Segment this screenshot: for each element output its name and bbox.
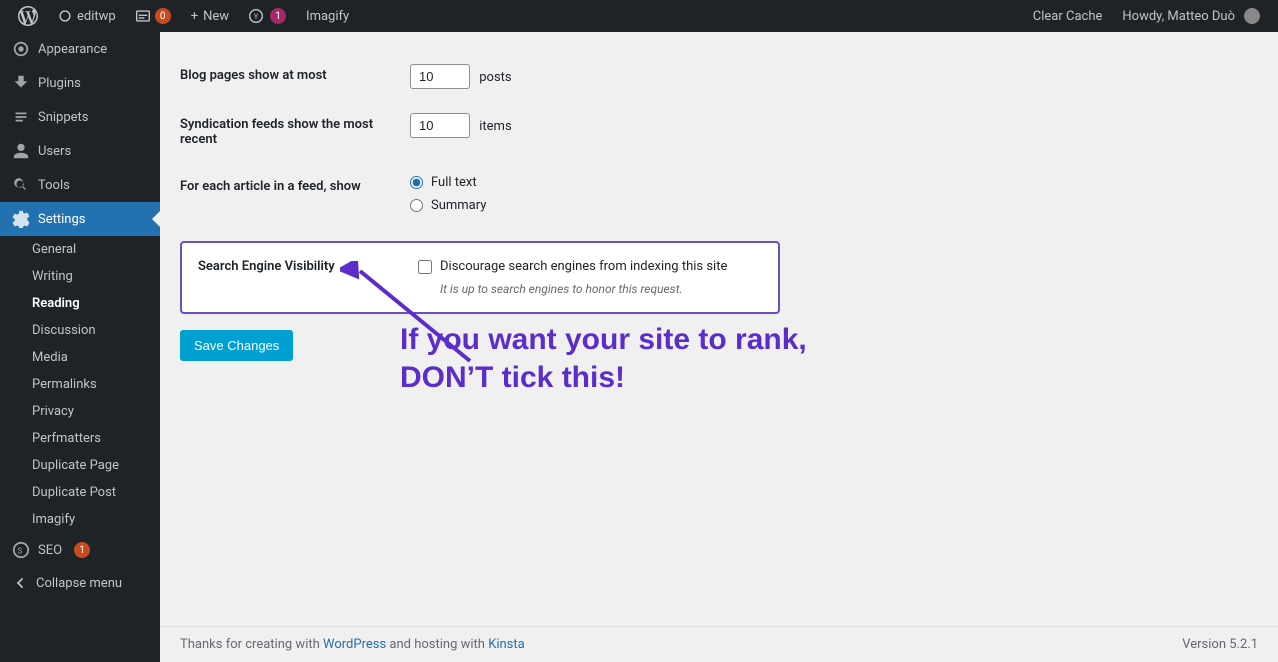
submenu-reading[interactable]: Reading <box>0 290 160 317</box>
clear-cache-button[interactable]: Clear Cache <box>1023 0 1113 32</box>
footer-thanks: Thanks for creating with <box>180 637 323 652</box>
wp-layout: Appearance Plugins Snippets Users Tools … <box>0 32 1278 662</box>
annotation-text: If you want your site to rank, DON’T tic… <box>400 321 840 396</box>
clear-cache-label: Clear Cache <box>1033 9 1103 24</box>
feed-full-text-option[interactable]: Full text <box>410 175 870 190</box>
sidebar-item-snippets[interactable]: Snippets <box>0 100 160 134</box>
syndication-input[interactable] <box>410 113 470 138</box>
main-wrapper: Blog pages show at most posts Syndicatio… <box>160 32 1278 662</box>
blog-pages-cell: posts <box>400 52 880 101</box>
appearance-label: Appearance <box>38 42 107 57</box>
admin-menu: Appearance Plugins Snippets Users Tools … <box>0 32 160 662</box>
submenu-writing[interactable]: Writing <box>0 263 160 290</box>
submenu-discussion[interactable]: Discussion <box>0 317 160 344</box>
submenu-permalinks[interactable]: Permalinks <box>0 371 160 398</box>
new-content-button[interactable]: + New <box>181 0 239 32</box>
syndication-row: Syndication feeds show the most recent i… <box>180 101 880 163</box>
new-label: New <box>203 9 229 24</box>
plugins-label: Plugins <box>38 76 81 91</box>
footer-left: Thanks for creating with WordPress and h… <box>180 637 525 652</box>
feed-full-text-label: Full text <box>431 175 477 190</box>
sidebar-item-settings[interactable]: Settings <box>0 202 160 236</box>
blog-pages-unit: posts <box>479 70 511 85</box>
submenu-general[interactable]: General <box>0 236 160 263</box>
collapse-menu-button[interactable]: Collapse menu <box>0 567 160 599</box>
kinsta-link[interactable]: Kinsta <box>488 637 525 652</box>
imagify-button[interactable]: Imagify <box>296 0 359 32</box>
svg-text:S: S <box>17 546 22 556</box>
svg-text:Y: Y <box>254 13 259 21</box>
sidebar-item-plugins[interactable]: Plugins <box>0 66 160 100</box>
feed-summary-label: Summary <box>431 198 486 213</box>
seo-label: SEO <box>38 543 62 558</box>
wp-logo-button[interactable] <box>8 0 48 32</box>
feed-full-text-radio[interactable] <box>410 176 423 189</box>
syndication-unit: items <box>479 119 511 134</box>
syndication-cell: items <box>400 101 880 163</box>
feed-article-label: For each article in a feed, show <box>180 163 400 225</box>
users-label: Users <box>38 144 71 159</box>
tools-label: Tools <box>38 178 70 193</box>
yoast-button[interactable]: Y 1 <box>239 0 296 32</box>
submenu-perfmatters[interactable]: Perfmatters <box>0 425 160 452</box>
submenu-privacy[interactable]: Privacy <box>0 398 160 425</box>
form-table: Blog pages show at most posts Syndicatio… <box>180 52 880 225</box>
site-name-button[interactable]: editwp <box>48 0 126 32</box>
sidebar-item-tools[interactable]: Tools <box>0 168 160 202</box>
snippets-label: Snippets <box>38 110 89 125</box>
blog-pages-input[interactable] <box>410 64 470 89</box>
settings-form: Blog pages show at most posts Syndicatio… <box>180 52 880 541</box>
yoast-badge: 1 <box>270 8 286 24</box>
settings-submenu: General Writing Reading Discussion Media… <box>0 236 160 533</box>
adminbar-left: editwp 0 + New Y 1 Imagify <box>8 0 1023 32</box>
collapse-label: Collapse menu <box>36 576 122 591</box>
submenu-duplicate-post[interactable]: Duplicate Post <box>0 479 160 506</box>
feed-article-cell: Full text Summary <box>400 163 880 225</box>
admin-bar: editwp 0 + New Y 1 Imagify Clear Cache H… <box>0 0 1278 32</box>
wp-footer: Thanks for creating with WordPress and h… <box>160 626 1278 662</box>
feed-summary-option[interactable]: Summary <box>410 198 870 213</box>
howdy-label: Howdy, Matteo Duò <box>1122 9 1235 24</box>
sidebar-item-appearance[interactable]: Appearance <box>0 32 160 66</box>
blog-pages-row: Blog pages show at most posts <box>180 52 880 101</box>
avatar <box>1244 8 1260 24</box>
submenu-duplicate-page[interactable]: Duplicate Page <box>0 452 160 479</box>
blog-pages-label: Blog pages show at most <box>180 52 400 101</box>
settings-arrow <box>152 211 160 227</box>
footer-version: Version 5.2.1 <box>1182 637 1258 652</box>
new-icon: + <box>191 9 198 24</box>
wordpress-link[interactable]: WordPress <box>323 637 386 652</box>
submenu-imagify[interactable]: Imagify <box>0 506 160 533</box>
comment-count: 0 <box>155 8 171 24</box>
footer-and: and hosting with <box>386 637 488 652</box>
syndication-label: Syndication feeds show the most recent <box>180 101 400 163</box>
settings-label: Settings <box>38 212 85 227</box>
seo-badge: 1 <box>74 542 90 558</box>
sidebar-item-users[interactable]: Users <box>0 134 160 168</box>
comments-button[interactable]: 0 <box>126 0 181 32</box>
sidebar-item-seo[interactable]: S SEO 1 <box>0 533 160 567</box>
adminbar-right: Clear Cache Howdy, Matteo Duò <box>1023 0 1270 32</box>
howdy-menu[interactable]: Howdy, Matteo Duò <box>1112 0 1270 32</box>
feed-summary-radio[interactable] <box>410 199 423 212</box>
submenu-media[interactable]: Media <box>0 344 160 371</box>
imagify-label: Imagify <box>306 9 349 24</box>
feed-radio-group: Full text Summary <box>410 175 870 213</box>
feed-article-row: For each article in a feed, show Full te… <box>180 163 880 225</box>
site-name-label: editwp <box>77 9 116 24</box>
main-content: Blog pages show at most posts Syndicatio… <box>160 32 1278 626</box>
